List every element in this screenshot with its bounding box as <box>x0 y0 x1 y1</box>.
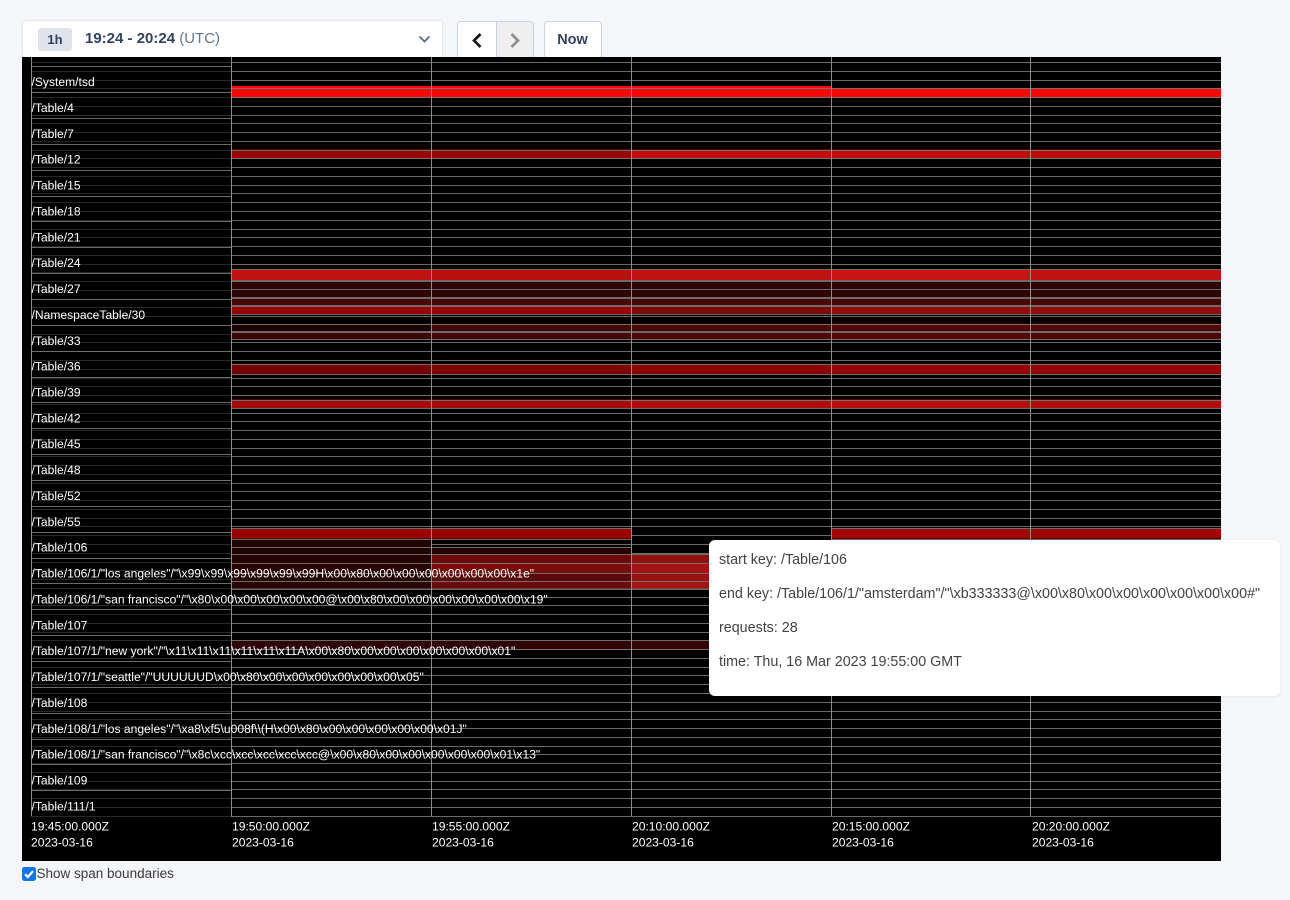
svg-text:2023-03-16: 2023-03-16 <box>632 836 694 850</box>
svg-text:/Table/36: /Table/36 <box>32 360 81 374</box>
svg-text:/System/tsd: /System/tsd <box>32 75 95 89</box>
svg-text:/Table/107: /Table/107 <box>32 618 88 632</box>
svg-text:/Table/111/1: /Table/111/1 <box>32 799 96 813</box>
svg-text:/Table/106/1/"san francisco"/": /Table/106/1/"san francisco"/"\x80\x00\x… <box>32 592 548 606</box>
svg-text:/Table/4: /Table/4 <box>32 101 75 115</box>
svg-text:2023-03-16: 2023-03-16 <box>31 836 93 850</box>
svg-text:/Table/12: /Table/12 <box>32 153 81 167</box>
svg-text:/Table/107/1/"seattle"/"UUUUUU: /Table/107/1/"seattle"/"UUUUUUD\x00\x80\… <box>32 670 424 684</box>
svg-text:/Table/39: /Table/39 <box>32 386 81 400</box>
svg-text:2023-03-16: 2023-03-16 <box>232 836 294 850</box>
svg-text:2023-03-16: 2023-03-16 <box>832 836 894 850</box>
svg-text:/Table/42: /Table/42 <box>32 411 81 425</box>
svg-text:20:15:00.000Z: 20:15:00.000Z <box>832 820 911 834</box>
svg-text:/Table/15: /Table/15 <box>32 179 81 193</box>
svg-text:/Table/106/1/"los angeles"/"\x: /Table/106/1/"los angeles"/"\x99\x99\x99… <box>32 567 535 581</box>
svg-text:19:45:00.000Z: 19:45:00.000Z <box>31 820 110 834</box>
svg-text:/Table/48: /Table/48 <box>32 463 81 477</box>
svg-text:/Table/108/1/"san francisco"/": /Table/108/1/"san francisco"/"\x8c\xcc\x… <box>32 748 541 762</box>
svg-text:/Table/7: /Table/7 <box>32 127 75 141</box>
svg-text:/Table/45: /Table/45 <box>32 437 81 451</box>
svg-text:/NamespaceTable/30: /NamespaceTable/30 <box>32 308 146 322</box>
svg-text:/Table/109: /Table/109 <box>32 774 88 788</box>
svg-text:/Table/55: /Table/55 <box>32 515 81 529</box>
svg-text:/Table/107/1/"new york"/"\x11\: /Table/107/1/"new york"/"\x11\x11\x11\x1… <box>32 644 516 658</box>
svg-text:/Table/108/1/"los angeles"/"\x: /Table/108/1/"los angeles"/"\xa8\xf5\u00… <box>32 722 467 736</box>
svg-text:19:55:00.000Z: 19:55:00.000Z <box>432 820 511 834</box>
svg-text:/Table/33: /Table/33 <box>32 334 81 348</box>
svg-text:2023-03-16: 2023-03-16 <box>432 836 494 850</box>
svg-text:/Table/24: /Table/24 <box>32 256 81 270</box>
svg-text:19:50:00.000Z: 19:50:00.000Z <box>232 820 311 834</box>
svg-text:20:10:00.000Z: 20:10:00.000Z <box>632 820 711 834</box>
svg-text:/Table/27: /Table/27 <box>32 282 81 296</box>
svg-text:/Table/52: /Table/52 <box>32 489 81 503</box>
svg-text:/Table/21: /Table/21 <box>32 230 81 244</box>
svg-text:/Table/18: /Table/18 <box>32 204 81 218</box>
svg-text:20:20:00.000Z: 20:20:00.000Z <box>1032 820 1111 834</box>
svg-text:/Table/108: /Table/108 <box>32 696 88 710</box>
svg-text:2023-03-16: 2023-03-16 <box>1032 836 1094 850</box>
svg-text:/Table/106: /Table/106 <box>32 541 88 555</box>
